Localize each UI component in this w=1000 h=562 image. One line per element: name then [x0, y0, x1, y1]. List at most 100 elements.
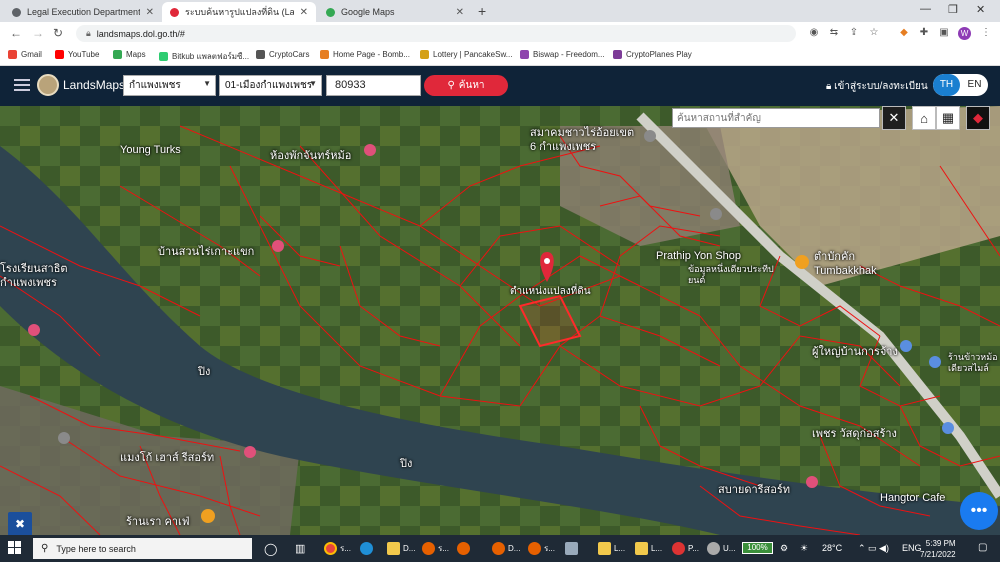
search-button[interactable]: ⚲ ค้นหา	[424, 75, 508, 96]
close-icon[interactable]: ✕	[456, 7, 464, 18]
map-label: เพชร วัสดุก่อสร้าง	[812, 428, 897, 440]
taskbar-clock[interactable]: 5:39 PM 7/21/2022	[920, 538, 956, 560]
map-label: ร้านเรา คาเฟ่	[126, 516, 190, 528]
network-icon[interactable]: ⚙	[780, 543, 788, 554]
bookmark-maps[interactable]: Maps	[113, 50, 146, 59]
profile-avatar[interactable]: W	[958, 27, 971, 40]
tray-icons[interactable]: ⌃ ▭ ◀)	[858, 543, 889, 554]
grid-button[interactable]: ▦	[936, 106, 960, 130]
tab-google-maps[interactable]: Google Maps ✕	[318, 2, 472, 22]
tools-button[interactable]: ✖	[8, 512, 32, 535]
sidebar-icon[interactable]: ▣	[938, 27, 950, 39]
weather-icon[interactable]: ☀	[800, 543, 808, 554]
window-close-button[interactable]: ✕	[976, 3, 985, 16]
youtube-icon	[55, 50, 64, 59]
school-marker-icon[interactable]	[28, 324, 40, 336]
bookmark-label: Maps	[126, 50, 146, 59]
bookmark-pancakeswap[interactable]: Lottery | PancakeSw...	[420, 50, 512, 59]
taskbar-app[interactable]: L...	[635, 539, 662, 558]
bookmark-gmail[interactable]: Gmail	[8, 50, 42, 59]
share-icon[interactable]: ⇪	[848, 27, 860, 39]
location-icon[interactable]: ◉	[808, 27, 820, 39]
back-arrow-icon[interactable]: ←	[10, 26, 22, 40]
building-marker-icon[interactable]	[58, 432, 70, 444]
taskbar-app[interactable]: P...	[672, 539, 699, 558]
translate-icon[interactable]: ⇆	[828, 27, 840, 39]
close-icon[interactable]: ✕	[300, 7, 308, 18]
tab-legal-execution[interactable]: Legal Execution Department: ✕	[4, 2, 162, 22]
parcel-number-input[interactable]: 80933	[326, 75, 421, 96]
restaurant-marker-icon[interactable]	[795, 255, 809, 269]
taskbar-edge[interactable]	[360, 539, 376, 558]
shop-marker-icon[interactable]	[942, 422, 954, 434]
taskbar-search-placeholder: Type here to search	[56, 543, 136, 554]
close-icon[interactable]: ✕	[146, 7, 154, 18]
url-field[interactable]: 🔒︎ landsmaps.dol.go.th/#	[76, 25, 796, 42]
map-label: ผู้ใหญ่บ้านการจ้าง	[812, 346, 898, 358]
taskbar-app[interactable]: ร...	[528, 539, 555, 558]
reload-icon[interactable]: ↻	[53, 26, 63, 40]
taskbar-app[interactable]	[565, 539, 581, 558]
building-marker-icon[interactable]	[710, 208, 722, 220]
bookmark-cryptoplanes[interactable]: CryptoPlanes Play	[613, 50, 692, 59]
cryptocars-icon	[256, 50, 265, 59]
district-select[interactable]: 01-เมืองกำแพงเพชร ▼	[219, 75, 322, 96]
bookmark-bomb[interactable]: Home Page - Bomb...	[320, 50, 410, 59]
taskbar-chrome[interactable]: ร...	[324, 539, 351, 558]
forward-arrow-icon[interactable]: →	[32, 26, 44, 40]
building-marker-icon[interactable]	[644, 130, 656, 142]
shop-marker-icon[interactable]	[900, 340, 912, 352]
chat-button[interactable]: •••	[960, 492, 998, 530]
weather-text[interactable]: 28°C	[822, 543, 842, 553]
taskbar-app[interactable]: L...	[598, 539, 625, 558]
resort-marker-icon[interactable]	[244, 446, 256, 458]
satellite-map[interactable]: Young Turks ห้องพักจันทร์หม้อ สมาคมชาวไร…	[0, 106, 1000, 535]
cafe-marker-icon[interactable]	[201, 509, 215, 523]
resort-marker-icon[interactable]	[806, 476, 818, 488]
task-view-icon[interactable]: ◯	[264, 539, 277, 558]
new-tab-button[interactable]: +	[478, 3, 486, 19]
close-search-button[interactable]: ✕	[882, 106, 906, 130]
bookmark-cryptocars[interactable]: CryptoCars	[256, 50, 309, 59]
bookmark-youtube[interactable]: YouTube	[55, 50, 99, 59]
app-icon	[672, 542, 685, 555]
province-select[interactable]: กำแพงเพชร ▼	[123, 75, 216, 96]
taskbar-app[interactable]	[457, 539, 473, 558]
menu-dots-icon[interactable]: ⋮	[980, 27, 992, 39]
clock-date: 7/21/2022	[920, 550, 956, 559]
widgets-icon[interactable]: ▥	[295, 539, 305, 558]
bookmark-label: Gmail	[21, 50, 42, 59]
hotel-marker-icon[interactable]	[364, 144, 376, 156]
home-button[interactable]: ⌂	[912, 106, 936, 130]
taskbar-app[interactable]: D...	[492, 539, 520, 558]
bomb-icon	[320, 50, 329, 59]
tab-landsmaps[interactable]: ระบบค้นหารูปแปลงที่ดิน (LandsMaps) ✕	[162, 2, 316, 22]
metamask-icon[interactable]: ◆	[898, 27, 910, 39]
login-link[interactable]: 🔒︎ เข้าสู่ระบบ/ลงทะเบียน	[826, 79, 928, 94]
taskbar-app[interactable]: ร...	[422, 539, 449, 558]
windows-start-icon[interactable]	[8, 541, 22, 555]
battery-indicator[interactable]: 100%	[742, 542, 773, 554]
tab-title: Legal Execution Department:	[27, 7, 140, 17]
taskbar-search[interactable]: ⚲ Type here to search	[33, 538, 252, 559]
bookmark-bitkub[interactable]: Bitkub แพลตฟอร์มซื...	[159, 50, 249, 63]
maximize-button[interactable]: ❐	[948, 3, 958, 16]
shop-marker-icon[interactable]	[929, 356, 941, 368]
taskbar-app[interactable]: D...	[387, 539, 415, 558]
extensions-puzzle-icon[interactable]: ✚	[918, 27, 930, 39]
gmail-icon	[8, 50, 17, 59]
minimize-button[interactable]: —	[920, 3, 931, 15]
notification-icon[interactable]: ▢	[978, 542, 987, 553]
taskbar-app[interactable]: U...	[707, 539, 735, 558]
lang-th-button[interactable]: TH	[933, 74, 960, 96]
bookmark-biswap[interactable]: Biswap - Freedom...	[520, 50, 605, 59]
lang-en-button[interactable]: EN	[961, 74, 988, 96]
input-language[interactable]: ENG	[902, 543, 922, 553]
layers-button[interactable]: ◆	[966, 106, 990, 130]
firefox-icon	[528, 542, 541, 555]
hamburger-menu-icon[interactable]	[14, 79, 30, 81]
place-search-input[interactable]	[672, 108, 880, 128]
map-label: บ้านสวนไร่เกาะแขก	[158, 246, 255, 258]
resort-marker-icon[interactable]	[272, 240, 284, 252]
bookmark-star-icon[interactable]: ☆	[868, 27, 880, 39]
